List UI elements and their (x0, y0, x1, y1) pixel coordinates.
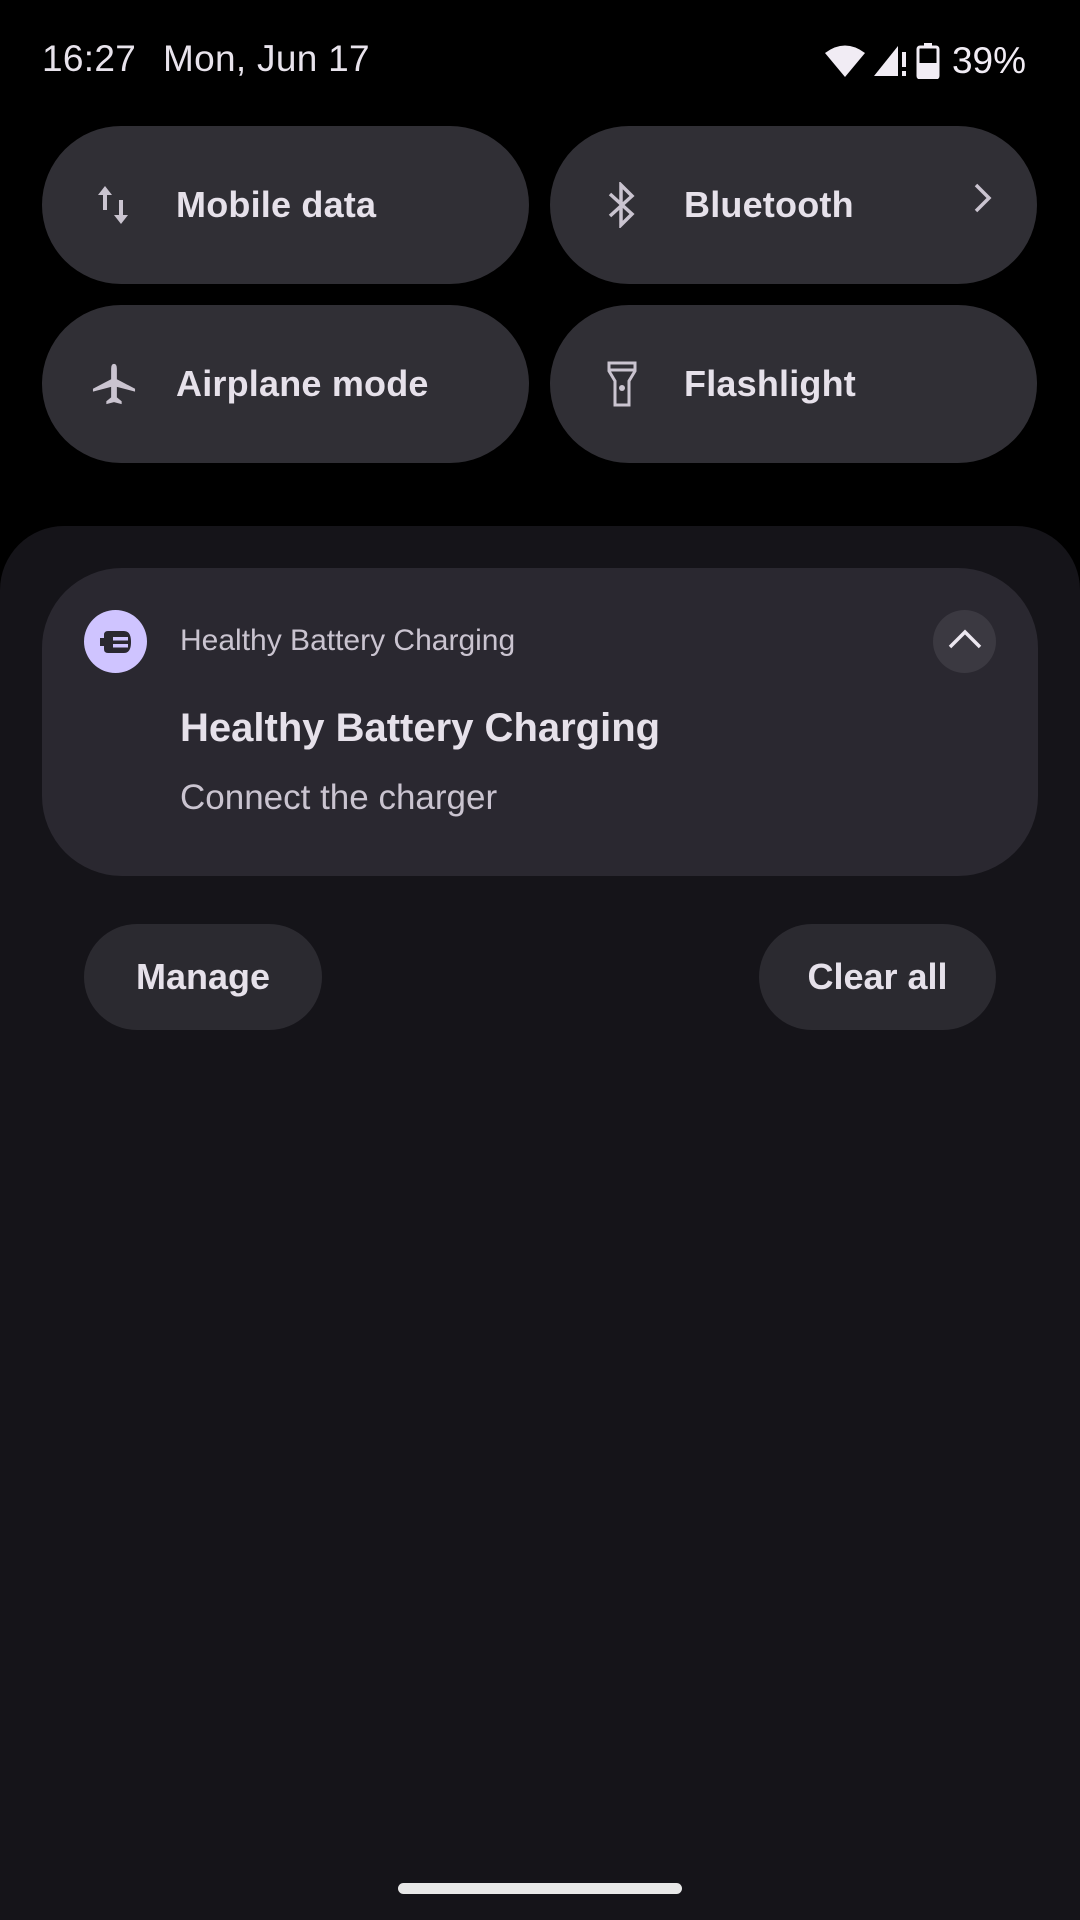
tile-label: Airplane mode (176, 363, 429, 404)
chevron-up-icon (948, 629, 982, 654)
tile-label: Bluetooth (684, 184, 854, 225)
tile-mobile-data[interactable]: Mobile data (42, 126, 529, 284)
status-time: 16:27 (42, 38, 137, 79)
wifi-icon (824, 44, 866, 78)
cellular-signal-no-data-icon (873, 44, 908, 78)
tile-label: Mobile data (176, 184, 377, 225)
status-bar: 16:27 Mon, Jun 17 39% (0, 0, 1080, 120)
tile-airplane-mode[interactable]: Airplane mode (42, 305, 529, 463)
tile-bluetooth[interactable]: Bluetooth (550, 126, 1037, 284)
battery-percentage: 39% (951, 40, 1026, 81)
notification-title: Healthy Battery Charging (180, 706, 661, 750)
airplane-icon (92, 359, 136, 409)
notification-app-name: Healthy Battery Charging (180, 624, 516, 657)
tile-label: Flashlight (684, 363, 856, 404)
chevron-right-icon[interactable] (973, 182, 993, 219)
mobile-data-icon (92, 180, 136, 230)
bluetooth-icon (600, 180, 644, 230)
charger-plug-icon (84, 610, 147, 673)
status-icons: 39% (824, 40, 1026, 82)
battery-icon (916, 43, 940, 79)
flashlight-icon (600, 359, 644, 409)
manage-button[interactable]: Manage (84, 924, 322, 1030)
notification-text: Connect the charger (180, 778, 498, 817)
gesture-nav-handle[interactable] (398, 1883, 682, 1894)
collapse-notification-button[interactable] (933, 610, 996, 673)
notification-shade-screen: 16:27 Mon, Jun 17 39% Mobile data Blueto… (0, 0, 1080, 1920)
tile-flashlight[interactable]: Flashlight (550, 305, 1037, 463)
clear-all-button[interactable]: Clear all (759, 924, 996, 1030)
status-date: Mon, Jun 17 (163, 38, 370, 79)
